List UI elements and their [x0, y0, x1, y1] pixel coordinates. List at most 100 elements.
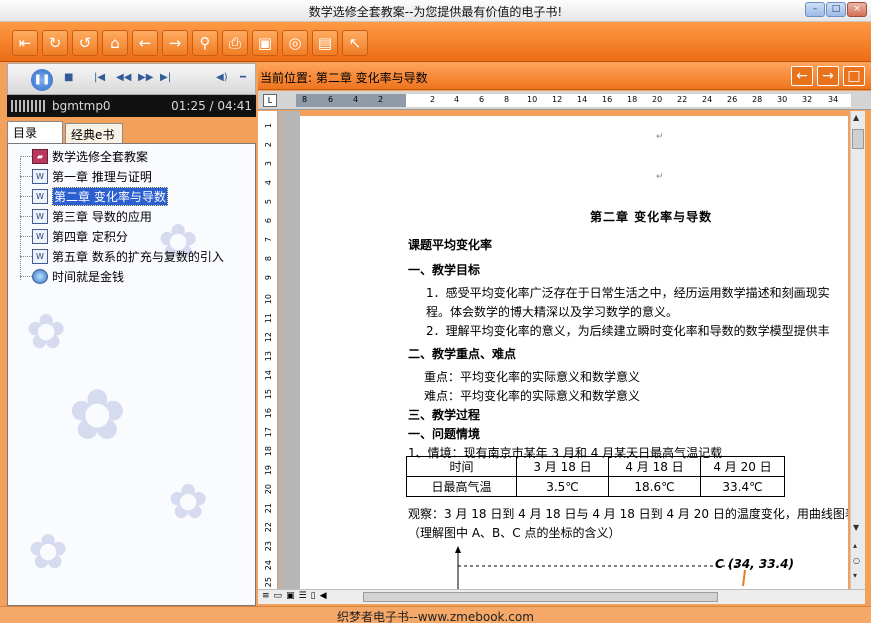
vruler-tick: 17 — [264, 427, 273, 438]
undo-icon[interactable]: ↺ — [72, 30, 98, 56]
forward-icon[interactable]: → — [162, 30, 188, 56]
ruler-tick: 8 — [302, 95, 308, 104]
stop-icon[interactable]: ■ — [64, 72, 73, 83]
next-page-button[interactable]: → — [817, 66, 839, 86]
panel-tabs: 目录 经典e书 — [7, 121, 256, 143]
book-icon: ▰ — [32, 148, 48, 164]
tree-connector — [20, 256, 32, 257]
reader-panel: 当前位置: 第二章 变化率与导数 ← → □ L 8 6 4 2 2 4 6 8… — [258, 63, 871, 606]
vruler-tick: 12 — [264, 332, 273, 343]
select-browse-icon[interactable]: ○ — [853, 556, 860, 565]
vruler-tick: 18 — [264, 446, 273, 457]
vruler-tick: 20 — [264, 484, 273, 495]
next-track-icon[interactable]: ▶| — [160, 72, 171, 83]
horizontal-scroll-thumb[interactable] — [363, 592, 718, 602]
vruler-tick: 7 — [264, 237, 273, 243]
vruler-tick: 16 — [264, 408, 273, 419]
exit-icon[interactable]: ⇤ — [12, 30, 38, 56]
scroll-thumb[interactable] — [852, 129, 864, 149]
vruler-tick: 3 — [264, 161, 273, 167]
observation-2: （理解图中 A、B、C 点的坐标的含义） — [408, 526, 621, 540]
tree-item-label: 第三章 导数的应用 — [52, 209, 152, 224]
tree-item-chapter-4[interactable]: W 第四章 定积分 — [32, 227, 128, 245]
vruler-tick: 9 — [264, 275, 273, 281]
tab-classic-ebooks[interactable]: 经典e书 — [65, 123, 123, 143]
left-panel: ❚❚ ■ |◀ ◀◀ ▶▶ ▶| ◀) ━ bgmtmp0 01:25 / 04… — [7, 63, 256, 606]
search-icon[interactable]: ⚲ — [192, 30, 218, 56]
main-toolbar: ⇤ ↻ ↺ ⌂ ← → ⚲ ⎙ ▣ ◎ ▤ ↖ — [0, 22, 871, 62]
tab-contents[interactable]: 目录 — [7, 121, 63, 143]
next-page-icon[interactable]: ▾ — [853, 571, 857, 580]
document-icon: W — [32, 228, 48, 244]
vruler-tick: 22 — [264, 522, 273, 533]
tree-item-chapter-5[interactable]: W 第五章 数系的扩充与复数的引入 — [32, 247, 224, 265]
maximize-button[interactable]: □ — [826, 2, 846, 17]
scroll-down-icon[interactable]: ▼ — [853, 523, 859, 532]
section-process: 三、教学过程 — [408, 408, 481, 422]
close-button[interactable]: × — [847, 2, 867, 17]
prev-track-icon[interactable]: |◀ — [94, 72, 105, 83]
prev-page-icon[interactable]: ▴ — [853, 541, 857, 550]
ruler-tick: 28 — [752, 95, 763, 104]
table-cell: 3.5℃ — [516, 476, 609, 497]
refresh-icon[interactable]: ↻ — [42, 30, 68, 56]
back-icon[interactable]: ← — [132, 30, 158, 56]
music-player: ❚❚ ■ |◀ ◀◀ ▶▶ ▶| ◀) ━ — [7, 63, 256, 95]
reading-view-icon[interactable]: ▯ — [311, 591, 316, 601]
scroll-up-icon[interactable]: ▲ — [853, 113, 859, 122]
point-c-label: C (34, 33.4) — [715, 557, 794, 571]
table-cell: 3 月 18 日 — [516, 456, 609, 477]
save-icon[interactable]: ▣ — [252, 30, 278, 56]
lesson-title: 课题平均变化率 — [408, 238, 493, 252]
volume-icon[interactable]: ◀) — [216, 72, 228, 83]
vruler-tick: 19 — [264, 465, 273, 476]
rewind-icon[interactable]: ◀◀ — [116, 72, 131, 83]
table-cell: 4 月 20 日 — [700, 456, 785, 477]
tree-item-root[interactable]: ▰ 数学选修全套教案 — [32, 147, 148, 165]
web-view-icon[interactable]: ▭ — [274, 591, 283, 601]
chapter-heading: 第二章 变化率与导数 — [590, 210, 713, 224]
pause-icon[interactable]: ❚❚ — [31, 69, 53, 91]
tab-stop-selector[interactable]: L — [263, 94, 277, 107]
print-icon[interactable]: ⎙ — [222, 30, 248, 56]
normal-view-icon[interactable]: ≡ — [262, 591, 270, 601]
home-icon[interactable]: ⌂ — [102, 30, 128, 56]
tree-item-chapter-1[interactable]: W 第一章 推理与证明 — [32, 167, 152, 185]
vruler-tick: 21 — [264, 503, 273, 514]
fullscreen-button[interactable]: □ — [843, 66, 865, 86]
tree-item-label: 第二章 变化率与导数 — [52, 186, 168, 206]
vertical-ruler: 1 2 3 4 5 6 7 8 9 10 11 12 13 14 15 16 1… — [258, 111, 278, 589]
notes-icon[interactable]: ▤ — [312, 30, 338, 56]
status-bar: 织梦者电子书--www.zmebook.com — [0, 606, 871, 623]
tree-item-chapter-2[interactable]: W 第二章 变化率与导数 — [32, 186, 168, 206]
compass-icon[interactable]: ◎ — [282, 30, 308, 56]
document-icon: W — [32, 168, 48, 184]
title-bar: 数学选修全套教案--为您提供最有价值的电子书! – □ × — [0, 0, 871, 22]
fast-forward-icon[interactable]: ▶▶ — [138, 72, 153, 83]
ruler-tick: 32 — [802, 95, 813, 104]
ruler-tick: 24 — [702, 95, 713, 104]
ruler-tick: 6 — [328, 95, 334, 104]
tree-item-chapter-3[interactable]: W 第三章 导数的应用 — [32, 207, 152, 225]
prev-page-button[interactable]: ← — [791, 66, 813, 86]
vertical-scrollbar[interactable]: ▲ ▼ ▴ ○ ▾ — [850, 111, 865, 589]
goal-1a: 1．感受平均变化率广泛存在于日常生活之中，经历运用数学描述和刻画现实 — [426, 286, 830, 300]
outline-view-icon[interactable]: ☰ — [299, 591, 307, 601]
tree-item-label: 第四章 定积分 — [52, 229, 128, 244]
vruler-tick: 13 — [264, 351, 273, 362]
print-view-icon[interactable]: ▣ — [286, 591, 295, 601]
document-page[interactable]: ↵ ↵ 第二章 变化率与导数 课题平均变化率 一、教学目标 1．感受平均变化率广… — [300, 116, 848, 589]
scroll-left-icon[interactable]: ◀ — [320, 591, 327, 601]
goal-1b: 程。体会数学的博大精深以及学习数学的意义。 — [426, 305, 679, 319]
ruler-tick: 30 — [777, 95, 788, 104]
volume-slider[interactable]: ━ — [240, 72, 246, 83]
minimize-button[interactable]: – — [805, 2, 825, 17]
pointer-icon[interactable]: ↖ — [342, 30, 368, 56]
tree-item-time-is-money[interactable]: 时间就是金钱 — [32, 267, 124, 285]
table-row: 时间 3 月 18 日 4 月 18 日 4 月 20 日 — [406, 456, 785, 477]
ruler-tick: 2 — [430, 95, 436, 104]
horizontal-scrollbar[interactable]: ≡ ▭ ▣ ☰ ▯ ◀ — [258, 589, 865, 604]
tree-item-label: 第五章 数系的扩充与复数的引入 — [52, 249, 224, 264]
table-cell: 4 月 18 日 — [608, 456, 701, 477]
open-book-icon: W — [32, 188, 48, 204]
